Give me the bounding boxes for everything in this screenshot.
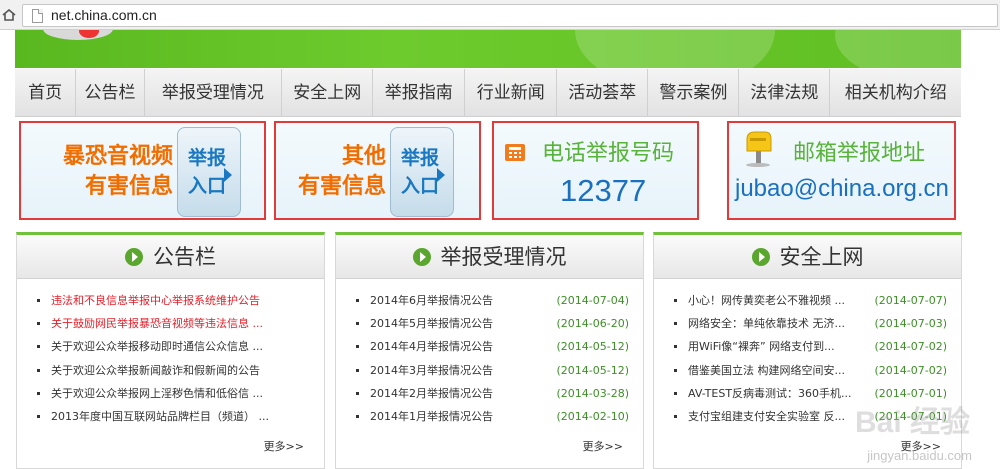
list-item[interactable]: 关于欢迎公众举报新闻敲诈和假新闻的公告: [17, 359, 324, 382]
play-icon: [751, 248, 770, 266]
bulletin-panel: 公告栏 违法和不良信息举报中心举报系统维护公告 关于鼓励网民举报暴恐音视频等违法…: [16, 232, 325, 469]
watermark-url: jingyan.baidu.com: [867, 448, 972, 463]
nav-item-industry-news[interactable]: 行业新闻: [465, 69, 558, 117]
list-item[interactable]: 2014年5月举报情况公告 (2014-06-20): [336, 312, 643, 335]
list-item[interactable]: 2013年度中国互联网站品牌栏目（频道） ...: [17, 405, 324, 428]
panel-header: 安全上网: [654, 235, 961, 279]
list-item[interactable]: 2014年4月举报情况公告 (2014-05-12): [336, 335, 643, 358]
list-item[interactable]: 借鉴美国立法 构建网络空间安... (2014-07-02): [654, 359, 961, 382]
mail-report-box: 邮箱举报地址 jubao@china.org.cn: [727, 121, 956, 220]
nav-item-safe-online[interactable]: 安全上网: [282, 69, 374, 117]
home-icon[interactable]: [2, 9, 16, 21]
list-item[interactable]: 关于欢迎公众举报网上淫秽色情和低俗信 ...: [17, 382, 324, 405]
panel-title: 举报受理情况: [440, 245, 567, 269]
phone-report-box: 电话举报号码 12377: [492, 121, 699, 220]
arrow-right-icon: [437, 168, 445, 182]
more-link[interactable]: 更多>>: [583, 438, 623, 454]
nav-item-report-guide[interactable]: 举报指南: [373, 69, 466, 117]
nav-item-agencies[interactable]: 相关机构介绍: [830, 69, 961, 117]
report-entry-button[interactable]: 举报 入口: [390, 127, 454, 217]
list-item[interactable]: 2014年3月举报情况公告 (2014-05-12): [336, 359, 643, 382]
mail-address[interactable]: jubao@china.org.cn: [735, 175, 949, 203]
nav-item-bulletin[interactable]: 公告栏: [76, 69, 145, 117]
watermark-logo: Bai 经验: [854, 406, 970, 439]
mailbox-icon: [746, 131, 772, 167]
report-entry-button[interactable]: 举报 入口: [177, 127, 241, 217]
nav-item-warning-cases[interactable]: 警示案例: [648, 69, 740, 117]
phone-number[interactable]: 12377: [560, 173, 646, 209]
report-terror-line2: 有害信息: [84, 173, 173, 199]
site-banner: [15, 30, 961, 68]
panel-title: 公告栏: [153, 245, 216, 269]
play-icon: [412, 248, 431, 266]
arrow-right-icon: [224, 168, 232, 182]
phone-icon: [505, 144, 525, 161]
report-other-line2: 有害信息: [297, 173, 386, 199]
more-link[interactable]: 更多>>: [264, 438, 304, 454]
list-item[interactable]: 关于鼓励网民举报暴恐音视频等违法信息 ...: [17, 312, 324, 335]
report-terror-av-box[interactable]: 暴恐音视频 有害信息 举报 入口: [19, 121, 266, 220]
panel-title: 安全上网: [779, 245, 864, 269]
main-nav: 首页 公告栏 举报受理情况 安全上网 举报指南 行业新闻 活动荟萃 警示案例 法…: [15, 69, 961, 117]
page-icon: [32, 9, 43, 23]
panel-header: 公告栏: [17, 235, 324, 279]
url-field[interactable]: net.china.com.cn: [22, 4, 998, 27]
url-text: net.china.com.cn: [51, 7, 157, 23]
mail-label: 邮箱举报地址: [793, 141, 926, 166]
list-item[interactable]: 网络安全：单纯依靠技术 无济... (2014-07-03): [654, 312, 961, 335]
play-icon: [125, 248, 143, 266]
list-item[interactable]: 关于欢迎公众举报移动即时通信公众信息 ...: [17, 335, 324, 358]
list-item[interactable]: 2014年1月举报情况公告 (2014-02-10): [336, 405, 643, 428]
list-item[interactable]: 小心！网传黄奕老公不雅视频 ... (2014-07-07): [654, 289, 961, 312]
list-item[interactable]: 用WiFi像“裸奔” 网络支付到... (2014-07-02): [654, 335, 961, 358]
nav-item-report-status[interactable]: 举报受理情况: [145, 69, 283, 117]
report-terror-line1: 暴恐音视频: [62, 143, 173, 169]
site-logo[interactable]: [43, 30, 113, 40]
panel-header: 举报受理情况: [336, 235, 643, 279]
report-other-line1: 其他: [341, 143, 386, 169]
phone-label: 电话举报号码: [542, 141, 675, 166]
report-status-panel: 举报受理情况 2014年6月举报情况公告 (2014-07-04) 2014年5月…: [335, 232, 644, 469]
browser-address-bar: net.china.com.cn: [0, 0, 1000, 30]
list-item[interactable]: 2014年6月举报情况公告 (2014-07-04): [336, 289, 643, 312]
report-other-box[interactable]: 其他 有害信息 举报 入口: [274, 121, 481, 220]
list-item[interactable]: 违法和不良信息举报中心举报系统维护公告: [17, 289, 324, 312]
list-item[interactable]: 2014年2月举报情况公告 (2014-03-28): [336, 382, 643, 405]
nav-item-home[interactable]: 首页: [15, 69, 77, 117]
nav-item-events[interactable]: 活动荟萃: [557, 69, 649, 117]
nav-item-laws[interactable]: 法律法规: [739, 69, 831, 117]
